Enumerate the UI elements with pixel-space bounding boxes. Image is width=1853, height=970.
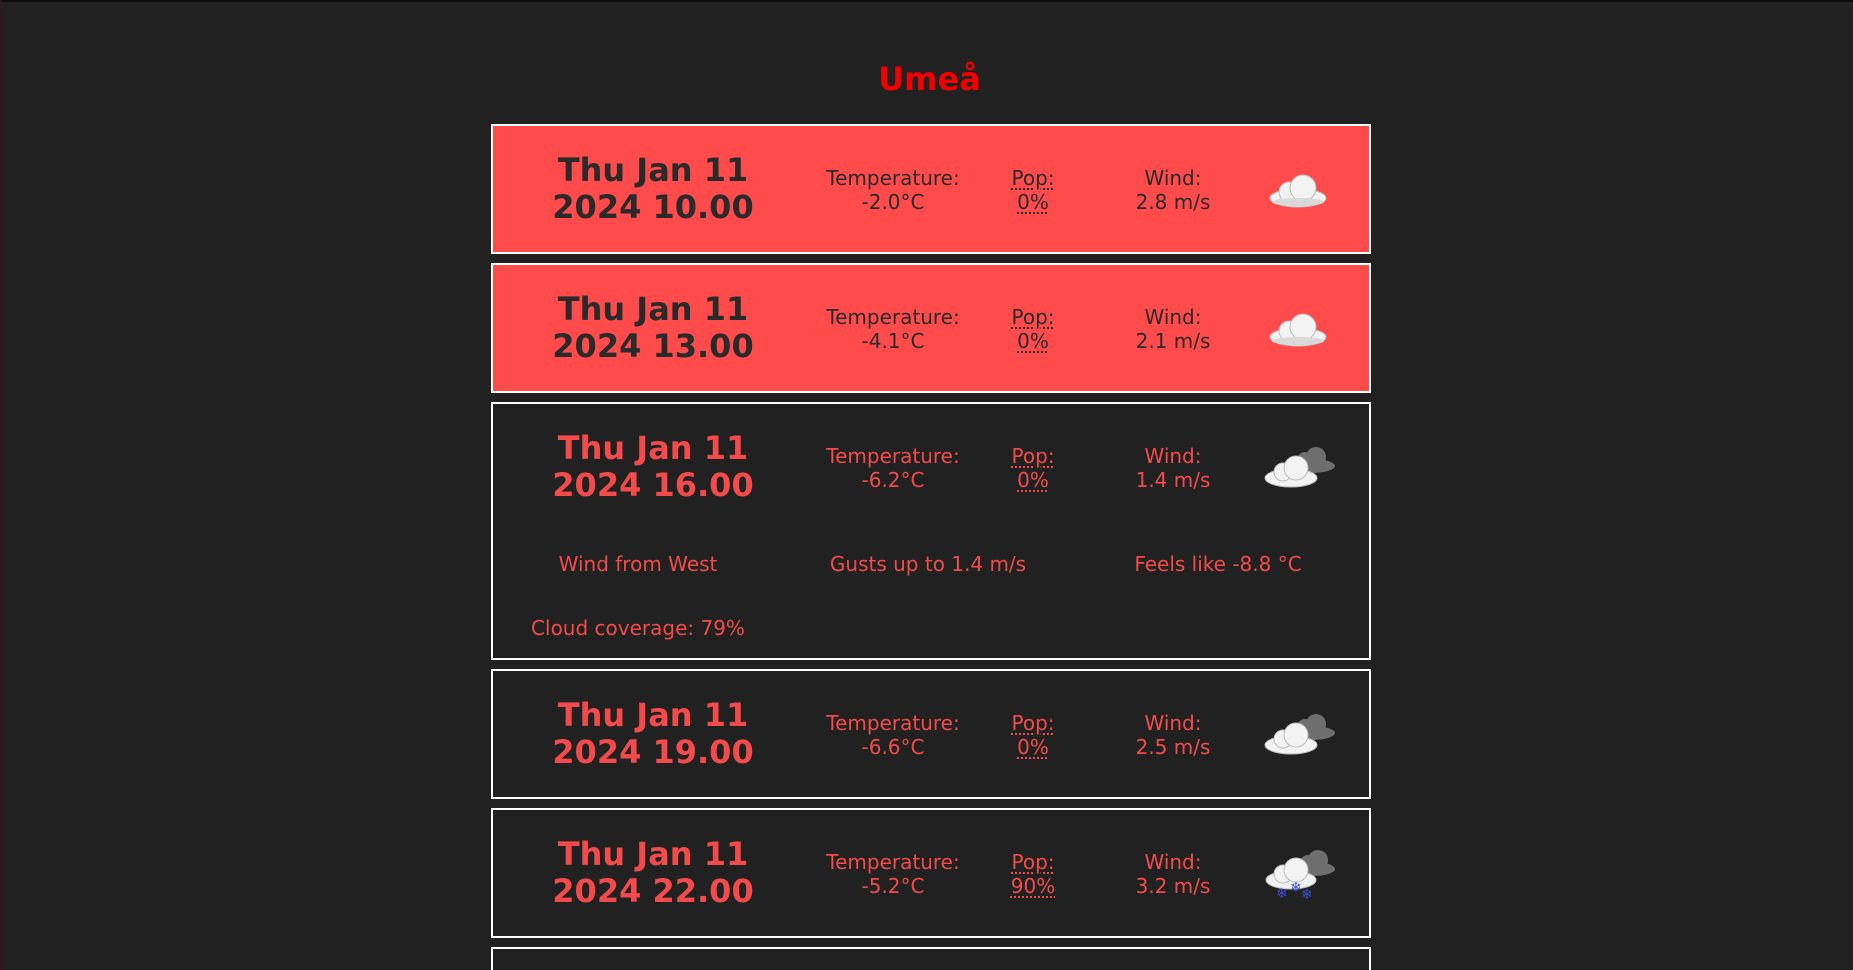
cloud-icon [1269,174,1327,208]
precipitation-probability: Pop: 90% [983,850,1083,898]
forecast-date: Thu Jan 11 [557,151,749,189]
wind-gusts: Gusts up to 1.4 m/s [829,552,1027,576]
forecast-date: Thu Jan 11 [557,835,749,873]
forecast-card[interactable]: Thu Jan 11 2024 22.00 Temperature: -5.2°… [491,808,1371,938]
pop-value: 90% [1010,874,1056,898]
forecast-year-time: 2024 16.00 [552,466,754,504]
forecast-date: Thu Jan 11 [557,290,749,328]
pop-label: Pop: [1011,166,1055,190]
wind-value: 2.5 m/s [1135,735,1211,759]
wind: Wind: 2.1 m/s [1113,305,1233,353]
temperature-value: -5.2°C [861,874,925,898]
pop-label: Pop: [1011,305,1055,329]
snow-icon: ❄ ❄ ❄ [1265,850,1335,902]
temperature-label: Temperature: [826,444,960,468]
wind-label: Wind: [1144,850,1202,874]
temperature-value: -2.0°C [861,190,925,214]
wind-label: Wind: [1144,444,1202,468]
temperature-value: -4.1°C [861,329,925,353]
wind-label: Wind: [1144,711,1202,735]
forecast-card[interactable]: Thu Jan 11 2024 13.00 Temperature: -4.1°… [491,263,1371,393]
temperature-value: -6.2°C [861,468,925,492]
wind-value: 1.4 m/s [1135,468,1211,492]
pop-label: Pop: [1011,711,1055,735]
temperature-label: Temperature: [826,850,960,874]
pop-label: Pop: [1011,444,1055,468]
wind: Wind: 3.2 m/s [1113,850,1233,898]
pop-label: Pop: [1011,850,1055,874]
wind: Wind: 2.8 m/s [1113,166,1233,214]
broken-clouds-icon [1264,447,1335,488]
forecast-list: Thu Jan 11 2024 10.00 Temperature: -2.0°… [491,124,1371,970]
svg-text:❄: ❄ [1276,886,1288,902]
forecast-card[interactable]: Thu Jan 11 2024 19.00 Temperature: -6.6°… [491,669,1371,799]
precipitation-probability: Pop: 0% [983,444,1083,492]
forecast-year-time: 2024 19.00 [552,733,754,771]
broken-clouds-icon [1264,714,1335,755]
wind-label: Wind: [1144,305,1202,329]
forecast-date: Thu Jan 11 [557,696,749,734]
weather-page: Umeå Thu Jan 11 2024 10.00 Temperature: … [0,0,1853,970]
temperature: Temperature: -4.1°C [813,305,973,353]
temperature-label: Temperature: [826,166,960,190]
wind-value: 2.1 m/s [1135,329,1211,353]
forecast-year-time: 2024 10.00 [552,188,754,226]
wind-direction: Wind from West [558,552,718,576]
forecast-datetime: Thu Jan 11 2024 19.00 [493,697,813,771]
forecast-year-time: 2024 13.00 [552,327,754,365]
temperature: Temperature: -2.0°C [813,166,973,214]
pop-value: 0% [1017,468,1049,492]
temperature: Temperature: -6.2°C [813,444,973,492]
precipitation-probability: Pop: 0% [983,166,1083,214]
forecast-card[interactable] [491,947,1371,970]
temperature: Temperature: -6.6°C [813,711,973,759]
wind: Wind: 2.5 m/s [1113,711,1233,759]
feels-like: Feels like -8.8 °C [1134,552,1302,576]
forecast-datetime: Thu Jan 11 2024 22.00 [493,836,813,910]
cloud-coverage: Cloud coverage: 79% [531,616,745,640]
forecast-date: Thu Jan 11 [557,429,749,467]
forecast-datetime: Thu Jan 11 2024 16.00 [493,430,813,504]
pop-value: 0% [1017,735,1049,759]
pop-value: 0% [1017,190,1049,214]
wind-label: Wind: [1144,166,1202,190]
wind: Wind: 1.4 m/s [1113,444,1233,492]
temperature-label: Temperature: [826,305,960,329]
forecast-card[interactable]: Thu Jan 11 2024 10.00 Temperature: -2.0°… [491,124,1371,254]
pop-value: 0% [1017,329,1049,353]
wind-value: 2.8 m/s [1135,190,1211,214]
svg-text:❄: ❄ [1290,880,1302,896]
svg-text:❄: ❄ [1301,887,1313,902]
forecast-datetime: Thu Jan 11 2024 10.00 [493,152,813,226]
forecast-card-expanded[interactable]: Thu Jan 11 2024 16.00 Temperature: -6.2°… [491,402,1371,660]
forecast-datetime: Thu Jan 11 2024 13.00 [493,291,813,365]
precipitation-probability: Pop: 0% [983,711,1083,759]
cloud-icon [1269,313,1327,347]
wind-value: 3.2 m/s [1135,874,1211,898]
temperature-label: Temperature: [826,711,960,735]
temperature-value: -6.6°C [861,735,925,759]
temperature: Temperature: -5.2°C [813,850,973,898]
city-title: Umeå [878,60,981,98]
forecast-year-time: 2024 22.00 [552,872,754,910]
precipitation-probability: Pop: 0% [983,305,1083,353]
